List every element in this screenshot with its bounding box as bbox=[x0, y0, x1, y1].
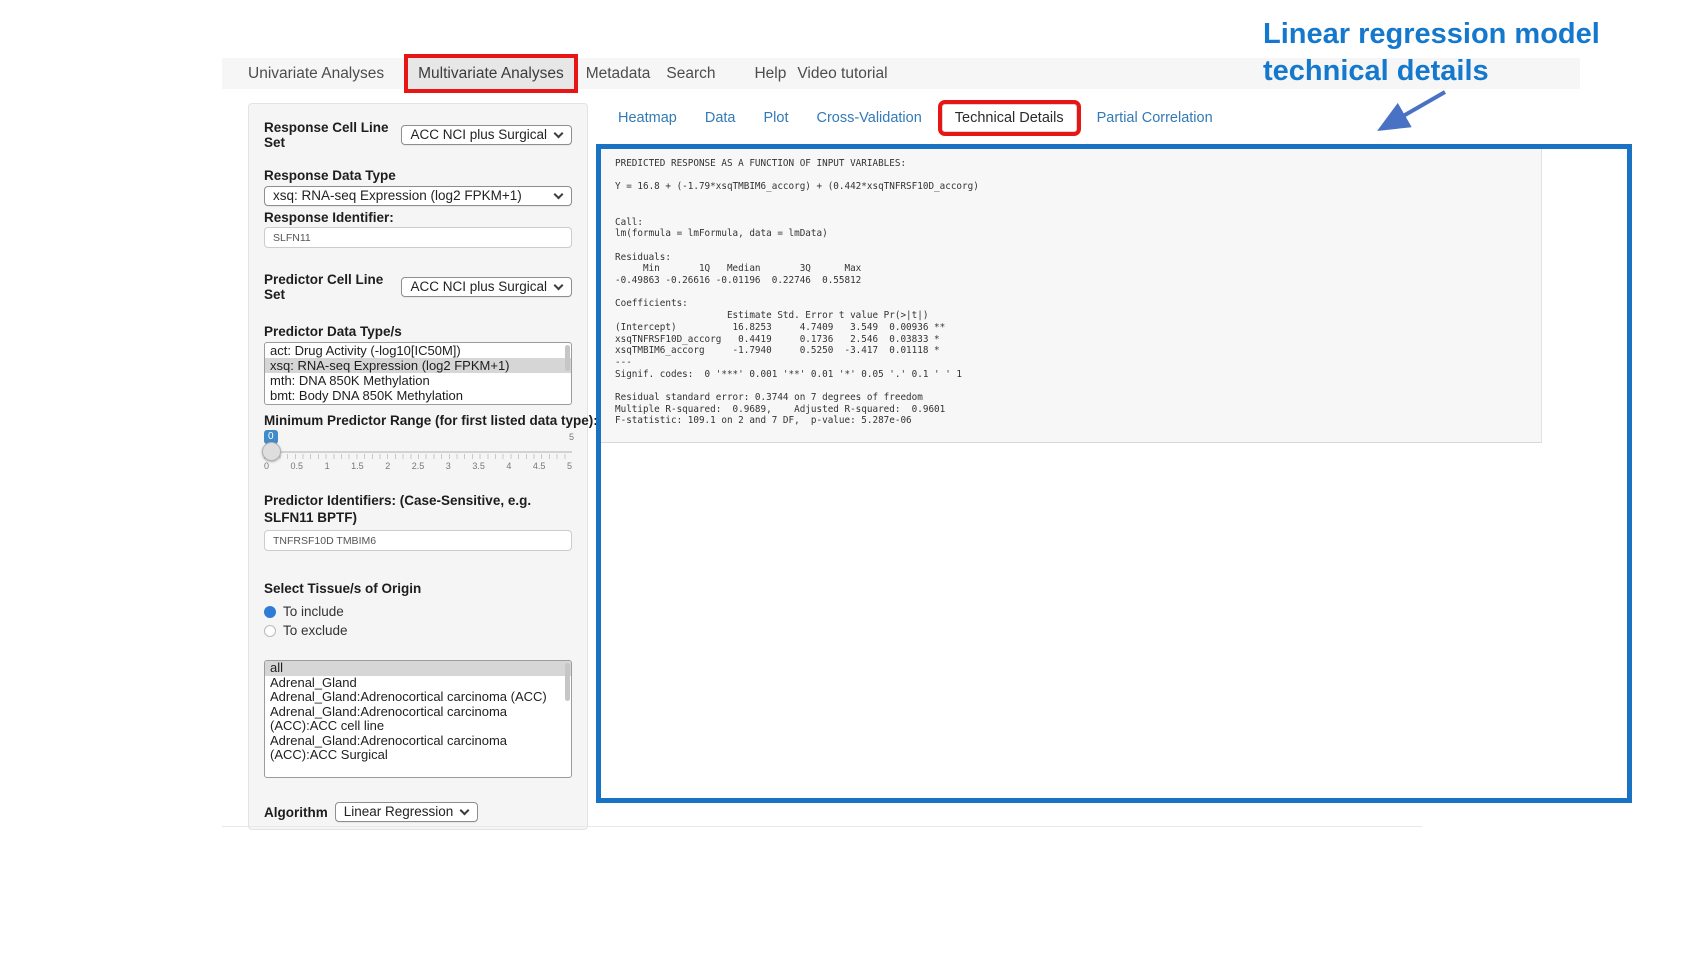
chevron-down-icon bbox=[554, 129, 564, 139]
tick-label: 4 bbox=[506, 461, 511, 471]
slider-max-label: 5 bbox=[569, 432, 574, 442]
bottom-divider bbox=[222, 826, 1422, 827]
list-item[interactable]: act: Drug Activity (-log10[IC50M]) bbox=[265, 343, 571, 358]
annotation-line1: Linear regression model bbox=[1263, 16, 1600, 53]
predictor-data-types-listbox: act: Drug Activity (-log10[IC50M]) xsq: … bbox=[264, 342, 572, 405]
annotation-arrow-icon bbox=[1360, 86, 1455, 141]
radio-selected-icon[interactable] bbox=[264, 606, 276, 618]
slider-ticks bbox=[264, 454, 572, 459]
response-data-type-label: Response Data Type bbox=[264, 168, 572, 183]
chevron-down-icon bbox=[554, 190, 564, 200]
annotation-line2: technical details bbox=[1263, 53, 1600, 90]
list-item[interactable]: Adrenal_Gland:Adrenocortical carcinoma (… bbox=[265, 690, 571, 705]
radio-unselected-icon[interactable] bbox=[264, 625, 276, 637]
nav-univariate-analyses[interactable]: Univariate Analyses bbox=[248, 58, 384, 89]
algorithm-label: Algorithm bbox=[264, 805, 328, 820]
tissue-exclude-option[interactable]: To exclude bbox=[264, 621, 572, 640]
tab-plot[interactable]: Plot bbox=[749, 104, 802, 132]
predictor-cell-line-set-label: Predictor Cell Line Set bbox=[264, 272, 394, 302]
tick-label: 1.5 bbox=[351, 461, 364, 471]
scrollbar-thumb[interactable] bbox=[565, 663, 570, 701]
tissue-listbox: all Adrenal_Gland Adrenal_Gland:Adrenoco… bbox=[264, 660, 572, 778]
tick-label: 3.5 bbox=[472, 461, 485, 471]
algorithm-value: Linear Regression bbox=[344, 804, 454, 819]
technical-details-panel: PREDICTED RESPONSE AS A FUNCTION OF INPU… bbox=[596, 144, 1632, 803]
slider-handle[interactable] bbox=[262, 442, 281, 461]
response-data-type-select[interactable]: xsq: RNA-seq Expression (log2 FPKM+1) bbox=[264, 186, 572, 206]
chevron-down-icon bbox=[460, 806, 470, 816]
nav-metadata[interactable]: Metadata bbox=[586, 58, 651, 89]
list-item[interactable]: bmt: Body DNA 850K Methylation bbox=[265, 388, 571, 403]
list-item[interactable]: xsq: RNA-seq Expression (log2 FPKM+1) bbox=[265, 358, 571, 373]
predictor-cell-line-set-value: ACC NCI plus Surgical bbox=[410, 279, 547, 294]
list-item[interactable]: all bbox=[265, 661, 571, 676]
nav-help[interactable]: Help bbox=[754, 58, 786, 89]
tissue-include-option[interactable]: To include bbox=[264, 602, 572, 621]
response-cell-line-set-select[interactable]: ACC NCI plus Surgical bbox=[401, 125, 572, 145]
page: Linear regression model technical detail… bbox=[0, 0, 1700, 956]
response-data-type-value: xsq: RNA-seq Expression (log2 FPKM+1) bbox=[273, 188, 522, 203]
tick-label: 0.5 bbox=[291, 461, 304, 471]
list-item[interactable]: Adrenal_Gland bbox=[265, 676, 571, 691]
tab-technical-details[interactable]: Technical Details bbox=[942, 104, 1077, 132]
tick-label: 2 bbox=[385, 461, 390, 471]
response-identifier-label: Response Identifier: bbox=[264, 210, 572, 225]
regression-output-text: PREDICTED RESPONSE AS A FUNCTION OF INPU… bbox=[601, 149, 1542, 443]
result-tabs: Heatmap Data Plot Cross-Validation Techn… bbox=[604, 104, 1227, 132]
tab-data[interactable]: Data bbox=[691, 104, 750, 132]
tissue-include-label: To include bbox=[283, 604, 344, 619]
nav-search[interactable]: Search bbox=[666, 58, 715, 89]
sidebar-panel: Response Cell Line Set ACC NCI plus Surg… bbox=[248, 103, 588, 830]
predictor-identifiers-input[interactable] bbox=[264, 530, 572, 551]
scrollbar-thumb[interactable] bbox=[565, 345, 570, 371]
list-item[interactable]: Adrenal_Gland:Adrenocortical carcinoma (… bbox=[265, 734, 571, 763]
tick-label: 0 bbox=[264, 461, 269, 471]
predictor-data-types-label: Predictor Data Type/s bbox=[264, 324, 572, 339]
tick-label: 4.5 bbox=[533, 461, 546, 471]
algorithm-select[interactable]: Linear Regression bbox=[335, 802, 479, 822]
min-predictor-range-label: Minimum Predictor Range (for first liste… bbox=[264, 413, 572, 428]
slider-tick-labels: 0 0.5 1 1.5 2 2.5 3 3.5 4 4.5 5 bbox=[264, 461, 572, 471]
slider-track[interactable] bbox=[264, 451, 572, 453]
response-cell-line-set-label: Response Cell Line Set bbox=[264, 120, 394, 150]
annotation-callout: Linear regression model technical detail… bbox=[1263, 16, 1600, 90]
min-predictor-range-slider: 0 5 0 0.5 1 1.5 2 2.5 3 3.5 4 4.5 5 bbox=[264, 430, 572, 476]
tab-cross-validation[interactable]: Cross-Validation bbox=[802, 104, 935, 132]
tick-label: 3 bbox=[446, 461, 451, 471]
nav-multivariate-analyses[interactable]: Multivariate Analyses bbox=[408, 58, 574, 89]
response-cell-line-set-value: ACC NCI plus Surgical bbox=[410, 127, 547, 142]
nav-video-tutorial[interactable]: Video tutorial bbox=[797, 58, 887, 89]
list-item[interactable]: Adrenal_Gland:Adrenocortical carcinoma (… bbox=[265, 705, 571, 734]
predictor-identifiers-label: Predictor Identifiers: (Case-Sensitive, … bbox=[264, 492, 572, 526]
tick-label: 5 bbox=[567, 461, 572, 471]
tab-heatmap[interactable]: Heatmap bbox=[604, 104, 691, 132]
tick-label: 2.5 bbox=[412, 461, 425, 471]
list-item[interactable]: mth: DNA 850K Methylation bbox=[265, 373, 571, 388]
chevron-down-icon bbox=[554, 281, 564, 291]
tick-label: 1 bbox=[325, 461, 330, 471]
tab-partial-correlation[interactable]: Partial Correlation bbox=[1083, 104, 1227, 132]
response-identifier-input[interactable] bbox=[264, 227, 572, 248]
predictor-cell-line-set-select[interactable]: ACC NCI plus Surgical bbox=[401, 277, 572, 297]
tissue-exclude-label: To exclude bbox=[283, 623, 348, 638]
tissue-origin-label: Select Tissue/s of Origin bbox=[264, 581, 572, 596]
